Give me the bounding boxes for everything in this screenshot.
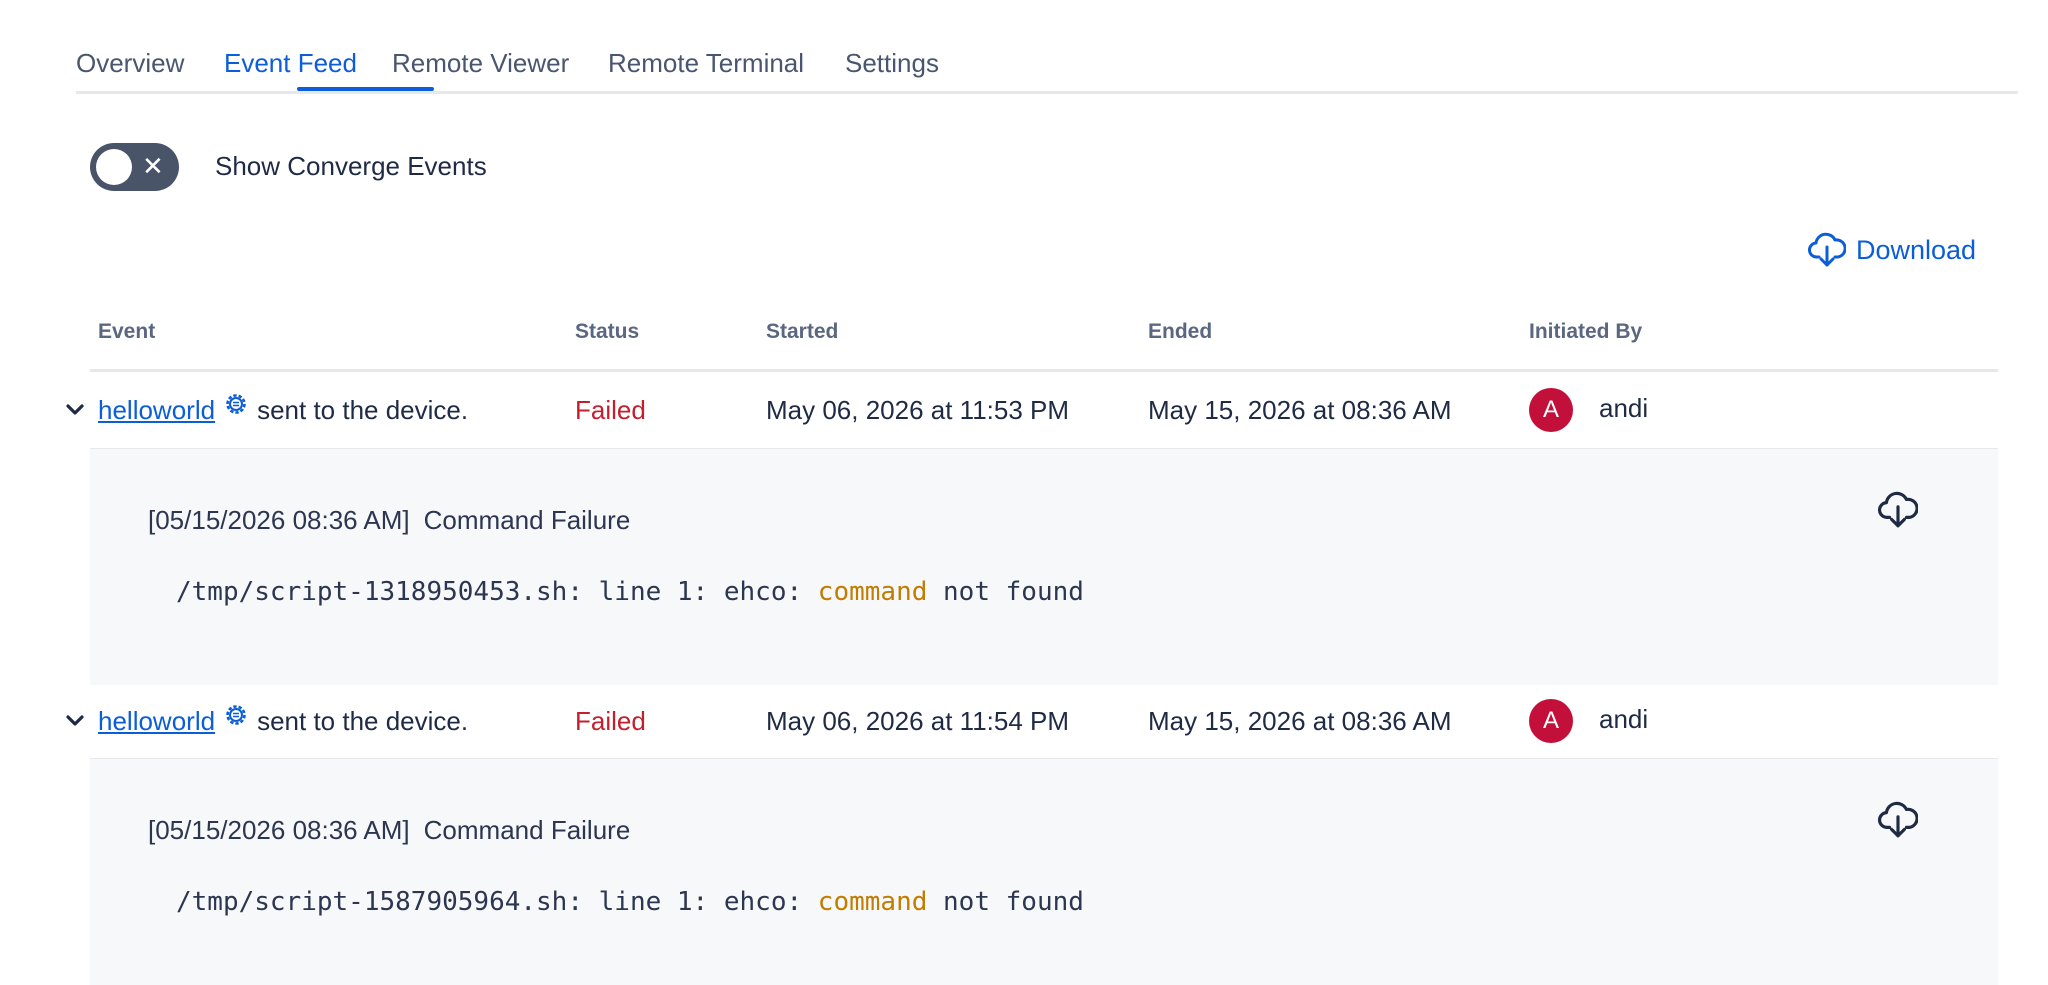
output-text: /tmp/script-1318950453.sh: line 1: ehco:	[176, 577, 818, 607]
event-description: sent to the device.	[257, 394, 469, 425]
close-icon: ✕	[142, 152, 164, 182]
status-badge: Failed	[575, 394, 646, 425]
chevron-down-icon[interactable]	[64, 683, 86, 759]
ended-time: May 15, 2026 at 08:36 AM	[1148, 705, 1452, 736]
table-row: helloworld sent to the device. Failed Ma…	[0, 683, 2048, 759]
tab-bar: Overview Event Feed Remote Viewer Remote…	[76, 38, 2018, 94]
gear-icon	[226, 705, 246, 725]
initiated-by-cell: A	[1529, 683, 1573, 759]
header-status: Status	[575, 320, 640, 343]
detail-header: [05/15/2026 08:36 AM] Command Failure	[148, 815, 630, 846]
download-button[interactable]: Download	[1808, 230, 1976, 270]
cloud-download-icon	[1808, 232, 1846, 267]
header-event: Event	[98, 320, 156, 343]
tab-overview[interactable]: Overview	[76, 48, 184, 79]
header-initiated-by: Initiated By	[1529, 320, 1643, 343]
initiated-by-cell: A	[1529, 372, 1573, 448]
gear-icon	[226, 394, 246, 414]
started-time: May 06, 2026 at 11:54 PM	[766, 705, 1070, 736]
converge-events-toggle[interactable]: ✕	[90, 143, 179, 191]
table-row: helloworld sent to the device. Failed Ma…	[0, 372, 2048, 448]
event-cell: helloworld sent to the device.	[98, 683, 468, 759]
status-badge: Failed	[575, 705, 646, 736]
event-link[interactable]: helloworld	[98, 395, 215, 426]
user-name: andi	[1599, 703, 1649, 734]
detail-title: Command Failure	[423, 505, 631, 535]
command-output: /tmp/script-1318950453.sh: line 1: ehco:…	[176, 577, 1084, 607]
chevron-down-icon[interactable]	[64, 372, 86, 448]
ended-time: May 15, 2026 at 08:36 AM	[1148, 394, 1452, 425]
output-keyword: command	[817, 887, 928, 917]
user-name: andi	[1599, 392, 1649, 423]
output-text: /tmp/script-1587905964.sh: line 1: ehco:	[176, 887, 818, 917]
cloud-download-icon[interactable]	[1878, 801, 1918, 839]
header-ended: Ended	[1148, 320, 1213, 343]
active-tab-indicator	[297, 87, 434, 91]
detail-timestamp: [05/15/2026 08:36 AM]	[148, 815, 410, 845]
tab-remote-viewer[interactable]: Remote Viewer	[392, 48, 569, 79]
detail-title: Command Failure	[423, 815, 631, 845]
started-time: May 06, 2026 at 11:53 PM	[766, 394, 1070, 425]
event-detail-panel: [05/15/2026 08:36 AM] Command Failure /tm…	[90, 759, 1998, 985]
output-keyword: command	[817, 577, 928, 607]
toggle-knob	[96, 149, 132, 185]
event-link[interactable]: helloworld	[98, 706, 215, 737]
output-text: not found	[927, 887, 1084, 917]
header-started: Started	[766, 320, 839, 343]
download-label: Download	[1856, 234, 1977, 265]
avatar[interactable]: A	[1529, 699, 1573, 743]
detail-timestamp: [05/15/2026 08:36 AM]	[148, 505, 410, 535]
output-text: not found	[927, 577, 1084, 607]
detail-header: [05/15/2026 08:36 AM] Command Failure	[148, 505, 630, 536]
command-output: /tmp/script-1587905964.sh: line 1: ehco:…	[176, 887, 1084, 917]
event-detail-panel: [05/15/2026 08:36 AM] Command Failure /tm…	[90, 449, 1998, 685]
avatar[interactable]: A	[1529, 388, 1573, 432]
cloud-download-icon[interactable]	[1878, 491, 1918, 529]
toggle-label: Show Converge Events	[215, 151, 487, 181]
tab-settings[interactable]: Settings	[845, 48, 939, 79]
event-cell: helloworld sent to the device.	[98, 372, 468, 448]
tab-event-feed[interactable]: Event Feed	[224, 48, 357, 79]
tab-remote-terminal[interactable]: Remote Terminal	[608, 48, 804, 79]
event-description: sent to the device.	[257, 705, 469, 736]
